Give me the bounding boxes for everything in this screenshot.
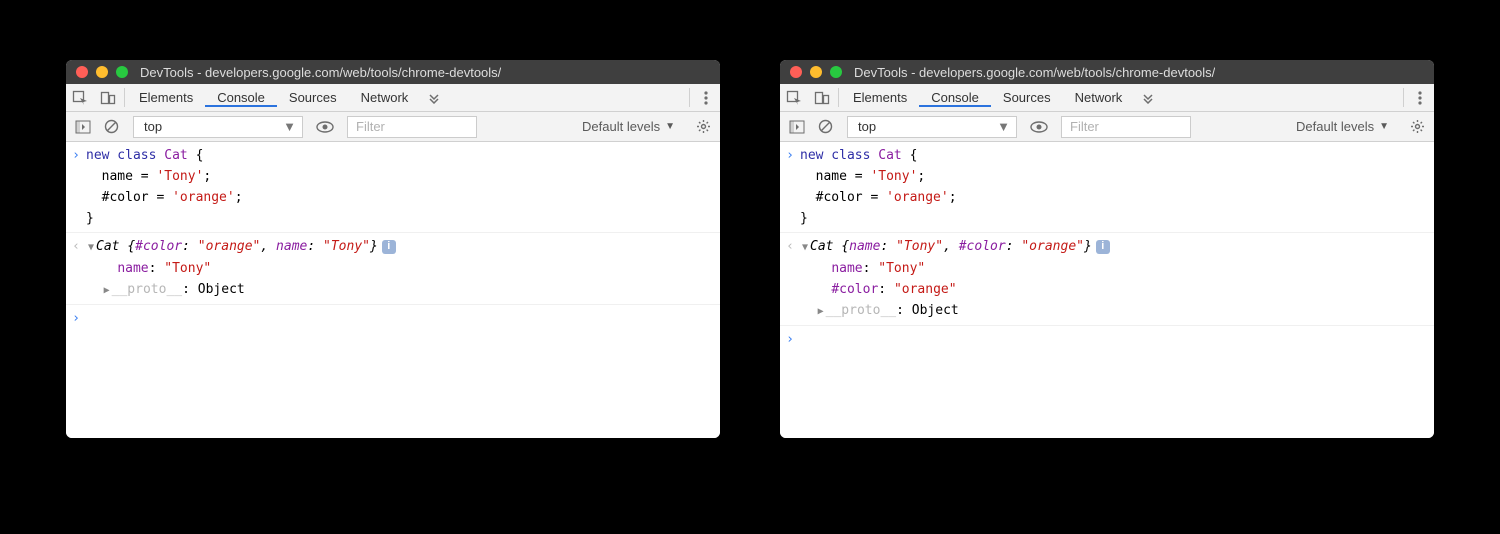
main-tabs-bar: Elements Console Sources Network [780, 84, 1434, 112]
clear-console-icon[interactable] [98, 116, 124, 138]
info-icon[interactable]: i [1096, 240, 1110, 254]
console-output-area: › new class Cat { name = 'Tony'; #color … [66, 142, 720, 438]
zoom-window-button[interactable] [830, 66, 842, 78]
settings-menu-icon[interactable] [1406, 84, 1434, 111]
prompt-icon: › [66, 145, 86, 229]
log-levels-label: Default levels [582, 119, 660, 134]
console-code: new class Cat { name = 'Tony'; #color = … [800, 145, 1434, 229]
devtools-tabs: Elements Console Sources Network [127, 84, 448, 111]
toggle-sidebar-icon[interactable] [784, 116, 810, 138]
tab-elements[interactable]: Elements [127, 90, 205, 105]
expand-toggle-icon[interactable] [86, 236, 96, 258]
live-expression-icon[interactable] [1026, 116, 1052, 138]
console-code: new class Cat { name = 'Tony'; #color = … [86, 145, 720, 229]
device-toolbar-icon[interactable] [94, 84, 122, 111]
settings-menu-icon[interactable] [692, 84, 720, 111]
console-output-entry: ‹ Cat {#color: "orange", name: "Tony"}i … [66, 233, 720, 305]
log-levels-selector[interactable]: Default levels ▼ [582, 119, 675, 134]
chevron-down-icon: ▼ [283, 119, 296, 134]
window-title: DevTools - developers.google.com/web/too… [140, 65, 501, 80]
tab-console[interactable]: Console [919, 90, 991, 107]
console-settings-icon[interactable] [1404, 116, 1430, 138]
inspect-element-icon[interactable] [66, 84, 94, 111]
expand-toggle-icon[interactable] [800, 236, 810, 258]
minimize-window-button[interactable] [96, 66, 108, 78]
tab-sources[interactable]: Sources [277, 90, 349, 105]
prompt-icon: › [66, 308, 86, 329]
clear-console-icon[interactable] [812, 116, 838, 138]
titlebar: DevTools - developers.google.com/web/too… [780, 60, 1434, 84]
devtools-window: DevTools - developers.google.com/web/too… [66, 60, 720, 438]
filter-input[interactable] [347, 116, 477, 138]
devtools-window: DevTools - developers.google.com/web/too… [780, 60, 1434, 438]
console-prompt-row[interactable]: › [780, 326, 1434, 353]
more-tabs-icon[interactable] [420, 92, 448, 104]
chevron-down-icon: ▼ [1379, 121, 1389, 132]
console-settings-icon[interactable] [690, 116, 716, 138]
tab-network[interactable]: Network [1063, 90, 1135, 105]
prompt-icon: › [780, 329, 800, 350]
traffic-lights [790, 66, 842, 78]
console-input-entry: › new class Cat { name = 'Tony'; #color … [66, 142, 720, 233]
live-expression-icon[interactable] [312, 116, 338, 138]
tab-elements[interactable]: Elements [841, 90, 919, 105]
zoom-window-button[interactable] [116, 66, 128, 78]
close-window-button[interactable] [790, 66, 802, 78]
console-input-entry: › new class Cat { name = 'Tony'; #color … [780, 142, 1434, 233]
tab-sources[interactable]: Sources [991, 90, 1063, 105]
log-levels-label: Default levels [1296, 119, 1374, 134]
filter-input[interactable] [1061, 116, 1191, 138]
context-selector-value: top [144, 119, 162, 134]
inspect-element-icon[interactable] [780, 84, 808, 111]
context-selector-value: top [858, 119, 876, 134]
toggle-sidebar-icon[interactable] [70, 116, 96, 138]
tab-network[interactable]: Network [349, 90, 421, 105]
console-toolbar: top ▼ Default levels ▼ [66, 112, 720, 142]
object-preview[interactable]: Cat {name: "Tony", #color: "orange"}i na… [800, 236, 1434, 322]
log-levels-selector[interactable]: Default levels ▼ [1296, 119, 1389, 134]
output-icon: ‹ [66, 236, 86, 301]
devtools-tabs: Elements Console Sources Network [841, 84, 1162, 111]
output-icon: ‹ [780, 236, 800, 322]
console-output-entry: ‹ Cat {name: "Tony", #color: "orange"}i … [780, 233, 1434, 326]
minimize-window-button[interactable] [810, 66, 822, 78]
context-selector[interactable]: top ▼ [133, 116, 303, 138]
chevron-down-icon: ▼ [997, 119, 1010, 134]
console-output-area: › new class Cat { name = 'Tony'; #color … [780, 142, 1434, 438]
main-tabs-bar: Elements Console Sources Network [66, 84, 720, 112]
prompt-icon: › [780, 145, 800, 229]
context-selector[interactable]: top ▼ [847, 116, 1017, 138]
object-preview[interactable]: Cat {#color: "orange", name: "Tony"}i na… [86, 236, 720, 301]
device-toolbar-icon[interactable] [808, 84, 836, 111]
traffic-lights [76, 66, 128, 78]
expand-toggle-icon[interactable] [102, 279, 112, 301]
window-title: DevTools - developers.google.com/web/too… [854, 65, 1215, 80]
console-toolbar: top ▼ Default levels ▼ [780, 112, 1434, 142]
titlebar: DevTools - developers.google.com/web/too… [66, 60, 720, 84]
close-window-button[interactable] [76, 66, 88, 78]
expand-toggle-icon[interactable] [816, 300, 826, 322]
console-prompt-row[interactable]: › [66, 305, 720, 332]
info-icon[interactable]: i [382, 240, 396, 254]
chevron-down-icon: ▼ [665, 121, 675, 132]
tab-console[interactable]: Console [205, 90, 277, 107]
more-tabs-icon[interactable] [1134, 92, 1162, 104]
